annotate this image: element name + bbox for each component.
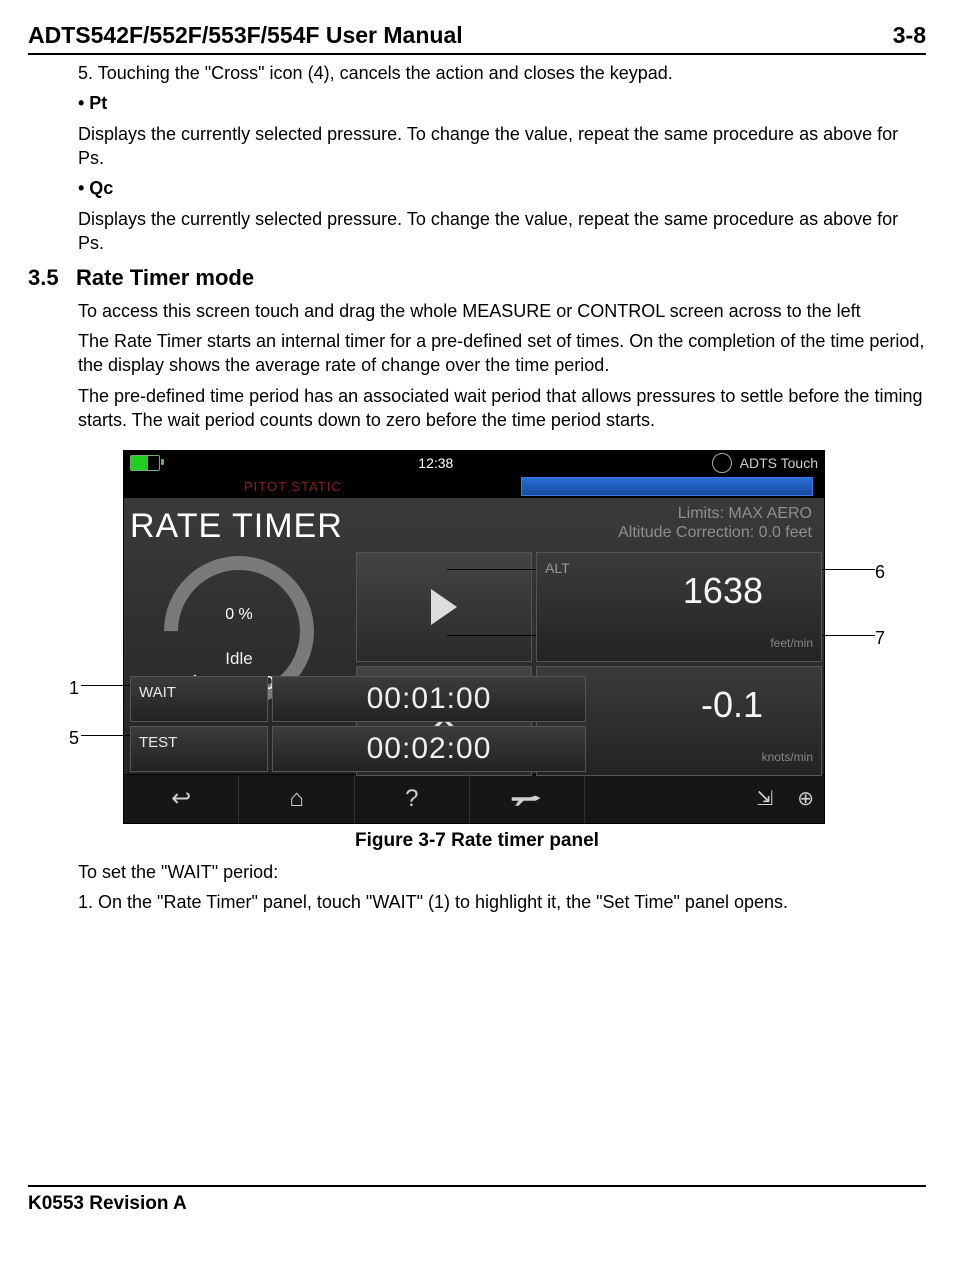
gauge-state: Idle (159, 648, 319, 671)
cas-unit: knots/min (762, 749, 813, 765)
ge-logo-icon (712, 453, 732, 473)
page-number: 3-8 (893, 20, 926, 51)
wait-value[interactable]: 00:01:00 (272, 676, 586, 722)
para-access: To access this screen touch and drag the… (78, 299, 926, 323)
limits-line-1: Limits: MAX AERO (354, 504, 812, 523)
battery-icon (130, 455, 160, 471)
wait-button[interactable]: WAIT (130, 676, 268, 722)
qc-desc: Displays the currently selected pressure… (78, 207, 926, 256)
cas-value: -0.1 (701, 681, 763, 730)
alt-label: ALT (545, 559, 570, 578)
home-button[interactable]: ⌂ (239, 775, 354, 823)
para-desc-1: The Rate Timer starts an internal timer … (78, 329, 926, 378)
pitot-static-label: PITOT STATIC (244, 478, 342, 496)
alt-value: 1638 (683, 567, 763, 616)
section-title: Rate Timer mode (76, 263, 254, 293)
help-icon: ? (405, 783, 418, 815)
pt-desc: Displays the currently selected pressure… (78, 122, 926, 171)
alt-unit: feet/min (770, 635, 813, 651)
screen-title: RATE TIMER (120, 504, 343, 550)
step-5-text: 5. Touching the "Cross" icon (4), cancel… (78, 61, 926, 85)
ground-icon[interactable]: ⇲ (756, 786, 773, 813)
bullet-qc: • Qc (78, 176, 926, 200)
callout-6: 6 (875, 560, 885, 584)
aircraft-button[interactable] (470, 775, 585, 823)
alt-readout[interactable]: ALT 1638 feet/min (536, 552, 822, 662)
test-value[interactable]: 00:02:00 (272, 726, 586, 772)
limits-line-2: Altitude Correction: 0.0 feet (354, 523, 812, 542)
status-time: 12:38 (418, 454, 453, 473)
step-1-wait: 1. On the "Rate Timer" panel, touch "WAI… (78, 890, 926, 914)
figure-3-7: 1 5 6 7 12:38 ADTS Touch PITOT STATIC RA… (67, 450, 887, 854)
bullet-pt: • Pt (78, 91, 926, 115)
section-number: 3.5 (28, 263, 76, 293)
gauge-percent: 0 % (159, 604, 319, 626)
callout-5: 5 (69, 726, 79, 750)
back-button[interactable]: ↩ (124, 775, 239, 823)
play-icon (431, 589, 457, 625)
callout-1: 1 (69, 676, 79, 700)
doc-title: ADTS542F/552F/553F/554F User Manual (28, 20, 463, 51)
help-button[interactable]: ? (355, 775, 470, 823)
para-desc-2: The pre-defined time period has an assoc… (78, 384, 926, 433)
home-icon: ⌂ (289, 783, 304, 815)
back-arrow-icon: ↩ (171, 783, 191, 815)
device-brand: ADTS Touch (740, 454, 818, 473)
aircraft-icon (510, 787, 544, 811)
figure-caption: Figure 3-7 Rate timer panel (67, 828, 887, 854)
rate-timer-panel: 12:38 ADTS Touch PITOT STATIC RATE TIMER… (123, 450, 825, 824)
footer-revision: K0553 Revision A (28, 1185, 926, 1217)
test-button[interactable]: TEST (130, 726, 268, 772)
target-icon[interactable]: ⊕ (797, 786, 814, 813)
progress-bar (521, 477, 813, 496)
gauge: 0 % Idle 00:00:00 (159, 556, 319, 676)
para-wait-intro: To set the "WAIT" period: (78, 860, 926, 884)
callout-7: 7 (875, 626, 885, 650)
